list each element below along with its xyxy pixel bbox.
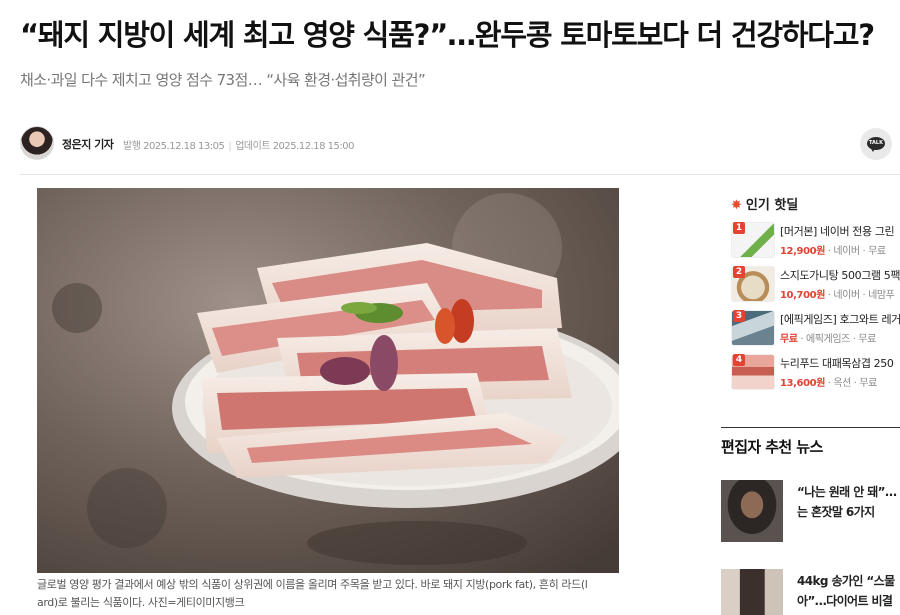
- deal-meta-text: · 옥션 · 무료: [825, 378, 878, 389]
- header-divider: [20, 174, 900, 175]
- updated-date: 업데이트 2025.12.18 15:00: [235, 141, 354, 152]
- deal-price: 무료: [780, 334, 798, 345]
- popular-deals-heading: ✸ 인기 핫딜: [731, 194, 798, 213]
- article-headline: “돼지 지방이 세계 최고 영양 식품?”…완두콩 토마토보다 더 건강하다고?: [20, 18, 875, 52]
- deal-title[interactable]: 누리푸드 대패목삼겹 250: [780, 355, 900, 371]
- article-dates: 발행 2025.12.18 13:05 | 업데이트 2025.12.18 15:0…: [123, 137, 354, 152]
- photo-caption-line2: ard)로 불리는 식품이다. 사진=게티이미지뱅크: [37, 596, 245, 609]
- deal-meta: 12,900원 · 네이버 · 무료: [780, 242, 900, 257]
- editor-pick-thumbnail: [721, 569, 783, 615]
- popular-deal-item[interactable]: 1 [머거본] 네이버 전용 그린 12,900원 · 네이버 · 무료: [731, 222, 900, 258]
- editor-picks-divider: [721, 427, 900, 428]
- deal-rank-badge: 4: [733, 354, 745, 366]
- deal-meta-text: · 에픽게임즈 · 무료: [797, 334, 876, 345]
- kakaotalk-icon-tail: [870, 147, 876, 152]
- deal-meta: 13,600원 · 옥션 · 무료: [780, 374, 900, 389]
- date-separator: |: [228, 141, 232, 152]
- deal-title[interactable]: 스지도가니탕 500그램 5팩: [780, 267, 900, 283]
- fire-icon: ✸: [731, 198, 742, 213]
- article-photo[interactable]: [37, 188, 619, 573]
- editor-pick-title[interactable]: “나는 원래 안 돼”… 는 혼잣말 6가지: [797, 482, 900, 522]
- reporter-avatar[interactable]: [20, 126, 54, 160]
- deal-rank-badge: 1: [733, 222, 745, 234]
- deal-price: 13,600원: [780, 378, 825, 389]
- deal-title[interactable]: [에픽게임즈] 호그와트 레거: [780, 311, 900, 327]
- byline: 정은지 기자 발행 2025.12.18 13:05 | 업데이트 2025.12.…: [20, 124, 900, 164]
- popular-deal-item[interactable]: 2 스지도가니탕 500그램 5팩 10,700원 · 네이버 · 네맘푸: [731, 266, 900, 302]
- editor-pick-title[interactable]: 44kg 송가인 “스물 아”…다이어트 비결: [797, 571, 900, 611]
- editor-pick-title-line1: “나는 원래 안 돼”…: [797, 485, 897, 499]
- popular-deal-item[interactable]: 4 누리푸드 대패목삼겹 250 13,600원 · 옥션 · 무료: [731, 354, 900, 390]
- deal-meta-text: · 네이버 · 네맘푸: [825, 290, 895, 301]
- deal-rank-badge: 3: [733, 310, 745, 322]
- deal-title[interactable]: [머거본] 네이버 전용 그린: [780, 223, 900, 239]
- popular-deals-title: 인기 핫딜: [745, 198, 799, 213]
- editor-pick-title-line1: 44kg 송가인 “스물: [797, 574, 895, 588]
- editor-pick-item[interactable]: “나는 원래 안 돼”… 는 혼잣말 6가지: [721, 480, 900, 542]
- deal-price: 10,700원: [780, 290, 825, 301]
- deal-meta: 10,700원 · 네이버 · 네맘푸: [780, 286, 900, 301]
- editor-pick-title-line2: 아”…다이어트 비결: [797, 594, 893, 608]
- deal-price: 12,900원: [780, 246, 825, 257]
- photo-caption: 글로벌 영양 평가 결과에서 예상 밖의 식품이 상위권에 이름을 올리며 주목…: [37, 576, 627, 612]
- editor-picks-heading: 편집자 추천 뉴스: [721, 438, 823, 456]
- deal-meta-text: · 네이버 · 무료: [825, 246, 886, 257]
- deal-rank-badge: 2: [733, 266, 745, 278]
- photo-caption-line1: 글로벌 영양 평가 결과에서 예상 밖의 식품이 상위권에 이름을 올리며 주목…: [37, 578, 588, 591]
- published-date: 발행 2025.12.18 13:05: [123, 141, 225, 152]
- article-subheadline: 채소·과일 다수 제치고 영양 점수 73점… “사육 환경·섭취량이 관건”: [20, 71, 426, 89]
- editor-pick-item[interactable]: 44kg 송가인 “스물 아”…다이어트 비결: [721, 569, 900, 615]
- kakaotalk-share-button[interactable]: TALK: [860, 128, 892, 160]
- editor-pick-thumbnail: [721, 480, 783, 542]
- reporter-name[interactable]: 정은지 기자: [62, 136, 114, 152]
- pork-belly-image: [37, 188, 619, 573]
- popular-deal-item[interactable]: 3 [에픽게임즈] 호그와트 레거 무료 · 에픽게임즈 · 무료: [731, 310, 900, 346]
- editor-pick-title-line2: 는 혼잣말 6가지: [797, 505, 875, 519]
- deal-meta: 무료 · 에픽게임즈 · 무료: [780, 330, 900, 345]
